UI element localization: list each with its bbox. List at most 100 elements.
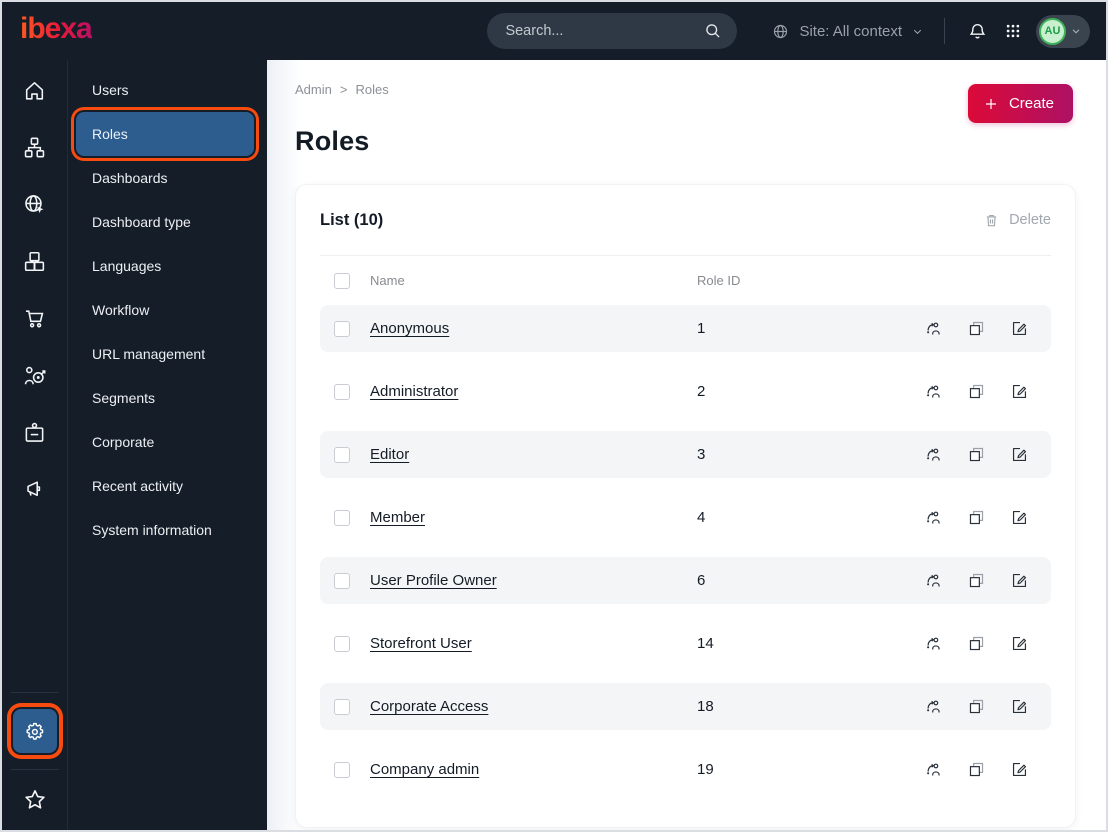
sidebar-menu-item[interactable]: Recent activity [76, 464, 253, 508]
edit-icon [1012, 321, 1027, 336]
row-checkbox[interactable] [334, 320, 350, 337]
sidebar-menu-item[interactable]: Roles [76, 112, 254, 156]
global-search[interactable] [487, 13, 738, 49]
copy-icon [969, 321, 984, 336]
rail-item-site[interactable] [15, 184, 55, 224]
rail-item-marketing[interactable] [15, 469, 55, 509]
edit-role-button[interactable] [1010, 445, 1029, 464]
sidebar-menu-item[interactable]: Users [76, 68, 253, 112]
sidebar-menu-item[interactable]: Dashboard type [76, 200, 253, 244]
assign-users-button[interactable] [924, 571, 943, 590]
delete-button[interactable]: Delete [983, 212, 1051, 229]
role-name-link[interactable]: Anonymous [370, 320, 697, 337]
table-row: Anonymous 1 [320, 305, 1051, 352]
site-globe-icon [25, 194, 44, 213]
sidebar-menu-item[interactable]: Dashboards [76, 156, 253, 200]
site-context-selector[interactable]: Site: All context [771, 22, 924, 41]
role-id-value: 2 [697, 383, 706, 400]
rail-item-content-structure[interactable] [15, 127, 55, 167]
role-name-link[interactable]: Corporate Access [370, 698, 697, 715]
app-shell: Users Roles Dashboards Dashboard type La… [2, 60, 1106, 830]
create-button[interactable]: Create [967, 84, 1073, 123]
sidebar-menu-item-label: Segments [92, 390, 156, 406]
breadcrumb-item-admin[interactable]: Admin [295, 82, 332, 97]
copy-role-button[interactable] [967, 634, 986, 653]
sidebar-menu-item-label: Roles [92, 126, 128, 142]
copy-role-button[interactable] [967, 319, 986, 338]
assign-users-icon [927, 637, 940, 650]
assign-users-icon [927, 448, 940, 461]
sidebar-menu-item[interactable]: Segments [76, 376, 253, 420]
assign-users-button[interactable] [924, 508, 943, 527]
rail-item-customer-portal[interactable] [15, 412, 55, 452]
app-switcher-button[interactable] [1000, 18, 1026, 44]
edit-role-button[interactable] [1010, 508, 1029, 527]
rail-item-products[interactable] [15, 241, 55, 281]
row-checkbox[interactable] [334, 698, 350, 715]
select-all-checkbox[interactable] [334, 272, 350, 289]
role-id-value: 18 [697, 698, 714, 715]
row-checkbox[interactable] [334, 572, 350, 589]
gear-icon [26, 722, 44, 740]
commerce-cart-icon [25, 309, 44, 328]
row-checkbox[interactable] [334, 446, 350, 463]
edit-role-button[interactable] [1010, 697, 1029, 716]
edit-role-button[interactable] [1010, 571, 1029, 590]
list-card-header: List (10) Delete [320, 185, 1051, 256]
search-input[interactable] [505, 23, 704, 39]
table-row: Member 4 [320, 494, 1051, 541]
assign-users-icon [927, 763, 940, 776]
role-name-link[interactable]: User Profile Owner [370, 572, 697, 589]
assign-users-button[interactable] [924, 319, 943, 338]
sidebar-menu-item[interactable]: Languages [76, 244, 253, 288]
role-name-link[interactable]: Storefront User [370, 635, 697, 652]
row-checkbox[interactable] [334, 635, 350, 652]
role-name-link[interactable]: Member [370, 509, 697, 526]
edit-icon [1012, 447, 1027, 462]
assign-users-button[interactable] [924, 445, 943, 464]
rail-item-personalization[interactable] [15, 355, 55, 395]
rail-item-bookmarks[interactable] [15, 780, 55, 820]
sidebar-menu-item[interactable]: URL management [76, 332, 253, 376]
edit-role-button[interactable] [1010, 634, 1029, 653]
sidebar-menu: Users Roles Dashboards Dashboard type La… [68, 68, 267, 552]
edit-role-button[interactable] [1010, 382, 1029, 401]
sidebar-menu-item-label: URL management [92, 346, 206, 362]
sidebar-menu-item[interactable]: Corporate [76, 420, 253, 464]
notifications-button[interactable] [963, 17, 992, 46]
user-menu[interactable]: AU [1036, 14, 1090, 48]
sidebar-menu-item[interactable]: Workflow [76, 288, 253, 332]
assign-users-button[interactable] [924, 382, 943, 401]
ibexa-logo[interactable]: ibexa [20, 14, 93, 48]
role-id-value: 6 [697, 572, 706, 589]
site-context-label: Site: All context [799, 22, 902, 40]
copy-role-button[interactable] [967, 697, 986, 716]
customer-badge-icon [25, 422, 44, 442]
assign-users-button[interactable] [924, 697, 943, 716]
rail-item-home[interactable] [15, 70, 55, 110]
role-name-link[interactable]: Administrator [370, 383, 697, 400]
rail-item-admin-settings[interactable] [12, 709, 57, 753]
row-checkbox[interactable] [334, 383, 350, 400]
row-checkbox[interactable] [334, 761, 350, 778]
assign-users-icon [927, 322, 940, 335]
assign-users-button[interactable] [924, 634, 943, 653]
role-name-link[interactable]: Editor [370, 446, 697, 463]
copy-role-button[interactable] [967, 760, 986, 779]
copy-role-button[interactable] [967, 445, 986, 464]
edit-role-button[interactable] [1010, 760, 1029, 779]
copy-role-button[interactable] [967, 571, 986, 590]
row-checkbox[interactable] [334, 509, 350, 526]
rail-item-commerce[interactable] [15, 298, 55, 338]
copy-role-button[interactable] [967, 382, 986, 401]
assign-users-button[interactable] [924, 760, 943, 779]
product-catalog-icon [24, 251, 45, 271]
sidebar-menu-item-label: Recent activity [92, 478, 184, 494]
table-body: Anonymous 1 Administrator 2 Editor 3 Mem… [320, 305, 1051, 793]
role-name-link[interactable]: Company admin [370, 761, 697, 778]
rail-divider [10, 692, 59, 693]
copy-role-button[interactable] [967, 508, 986, 527]
breadcrumb-item-roles[interactable]: Roles [355, 82, 388, 97]
sidebar-menu-item[interactable]: System information [76, 508, 253, 552]
edit-role-button[interactable] [1010, 319, 1029, 338]
